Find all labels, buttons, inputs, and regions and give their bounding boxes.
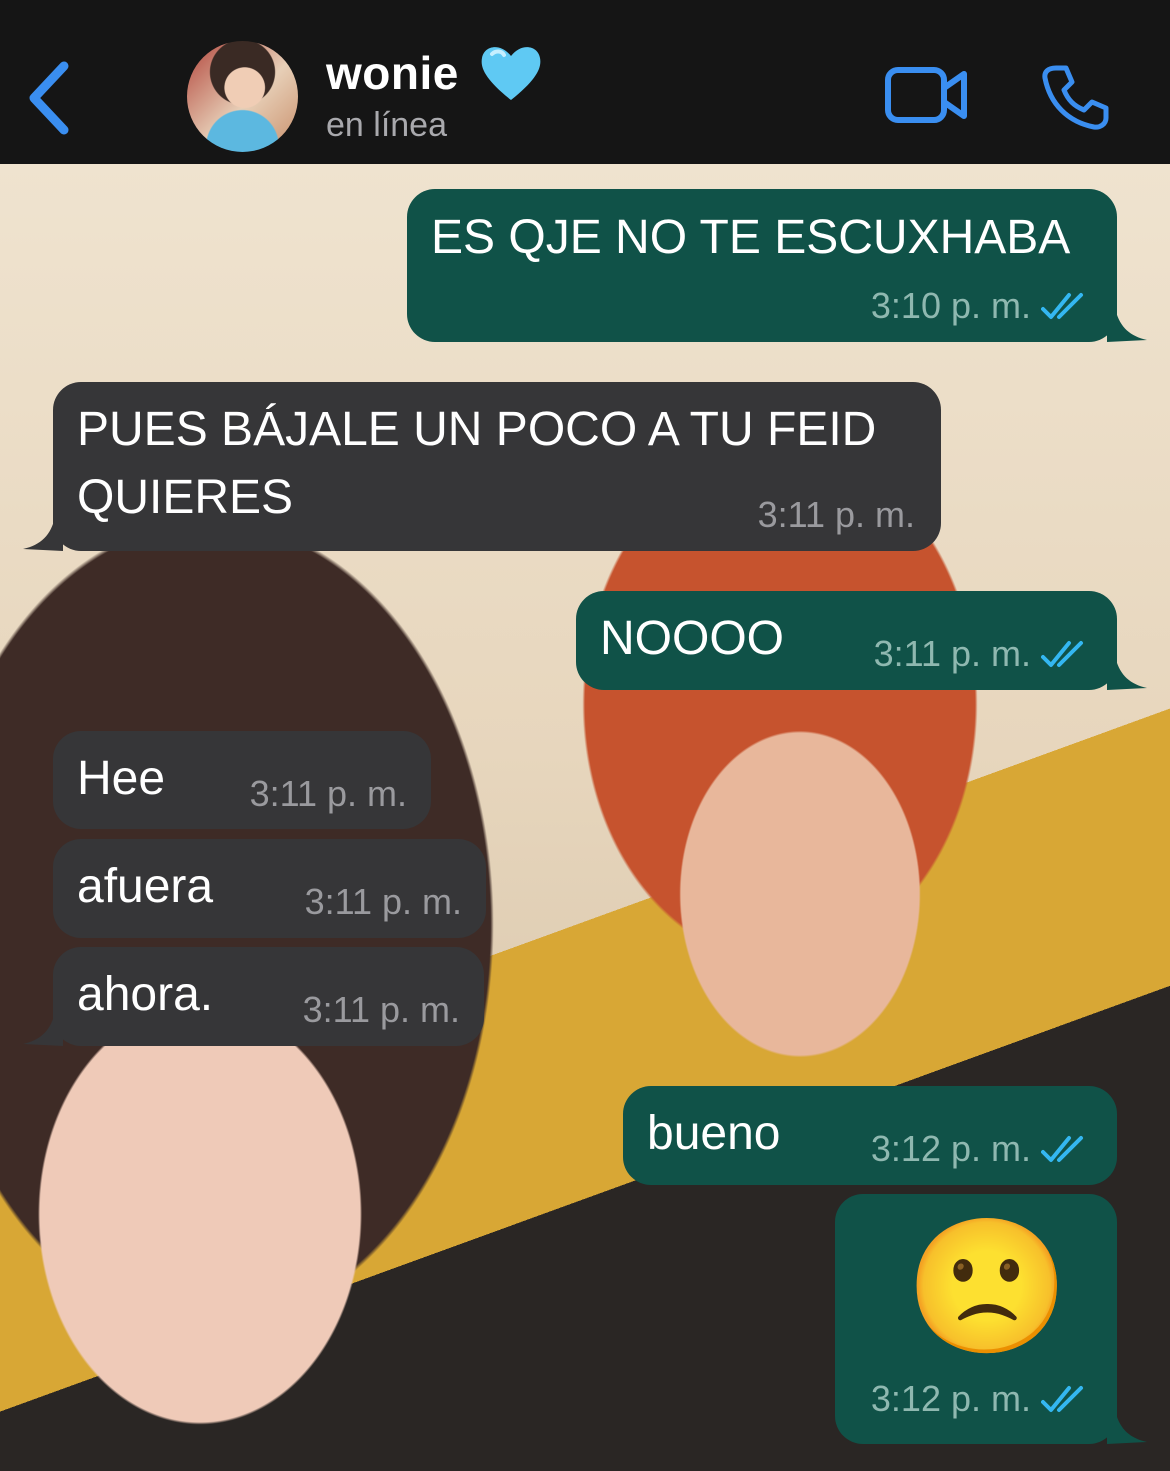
message-time: 3:12 p. m. xyxy=(870,1128,1031,1169)
message-time: 3:11 p. m. xyxy=(249,773,407,814)
outgoing-message[interactable]: ES QJE NO TE ESCUXHABA 3:10 p. m. xyxy=(407,189,1147,342)
incoming-message[interactable]: ahora. 3:11 p. m. xyxy=(23,947,484,1046)
incoming-message[interactable]: PUES BÁJALE UN POCO A TU FEID QUIERES 3:… xyxy=(23,382,941,551)
message-time: 3:11 p. m. xyxy=(757,494,915,535)
message-text: afuera xyxy=(77,860,214,913)
contact-status: en línea xyxy=(326,106,447,144)
double-check-icon xyxy=(1041,641,1083,667)
incoming-message[interactable]: afuera 3:11 p. m. xyxy=(53,839,486,938)
chat-wallpaper: ES QJE NO TE ESCUXHABA 3:10 p. m. PUES B… xyxy=(0,164,1170,1471)
message-text: ahora. xyxy=(77,968,214,1021)
outgoing-message[interactable]: NOOOO 3:11 p. m. xyxy=(576,591,1147,690)
message-time: 3:11 p. m. xyxy=(873,633,1031,674)
message-time: 3:10 p. m. xyxy=(870,285,1031,326)
message-text-line-1: PUES BÁJALE UN POCO A TU FEID xyxy=(77,403,877,456)
light-blue-heart-icon xyxy=(481,47,541,100)
message-time: 3:11 p. m. xyxy=(304,881,462,922)
video-camera-icon[interactable] xyxy=(884,64,970,126)
message-time: 3:12 p. m. xyxy=(870,1378,1031,1419)
contact-name[interactable]: wonie xyxy=(326,46,459,100)
message-text: bueno xyxy=(647,1107,781,1160)
chat-header: wonie en línea xyxy=(0,0,1170,164)
slightly-frowning-face-emoji: 🙁 xyxy=(905,1210,1070,1364)
message-text: NOOOO xyxy=(600,612,785,665)
outgoing-message[interactable]: 🙁 3:12 p. m. xyxy=(835,1194,1147,1444)
message-text-line-2: QUIERES xyxy=(77,471,294,524)
message-text: ES QJE NO TE ESCUXHABA xyxy=(431,211,1071,264)
message-time: 3:11 p. m. xyxy=(302,989,460,1030)
phone-icon[interactable] xyxy=(1040,62,1110,132)
double-check-icon xyxy=(1041,1136,1083,1162)
double-check-icon xyxy=(1041,293,1083,319)
double-check-icon xyxy=(1041,1386,1083,1412)
back-chevron-icon[interactable] xyxy=(22,58,82,138)
contact-avatar[interactable] xyxy=(187,41,298,152)
message-text: Hee xyxy=(77,752,166,805)
outgoing-message[interactable]: bueno 3:12 p. m. xyxy=(623,1086,1117,1185)
incoming-message[interactable]: Hee 3:11 p. m. xyxy=(53,731,431,829)
